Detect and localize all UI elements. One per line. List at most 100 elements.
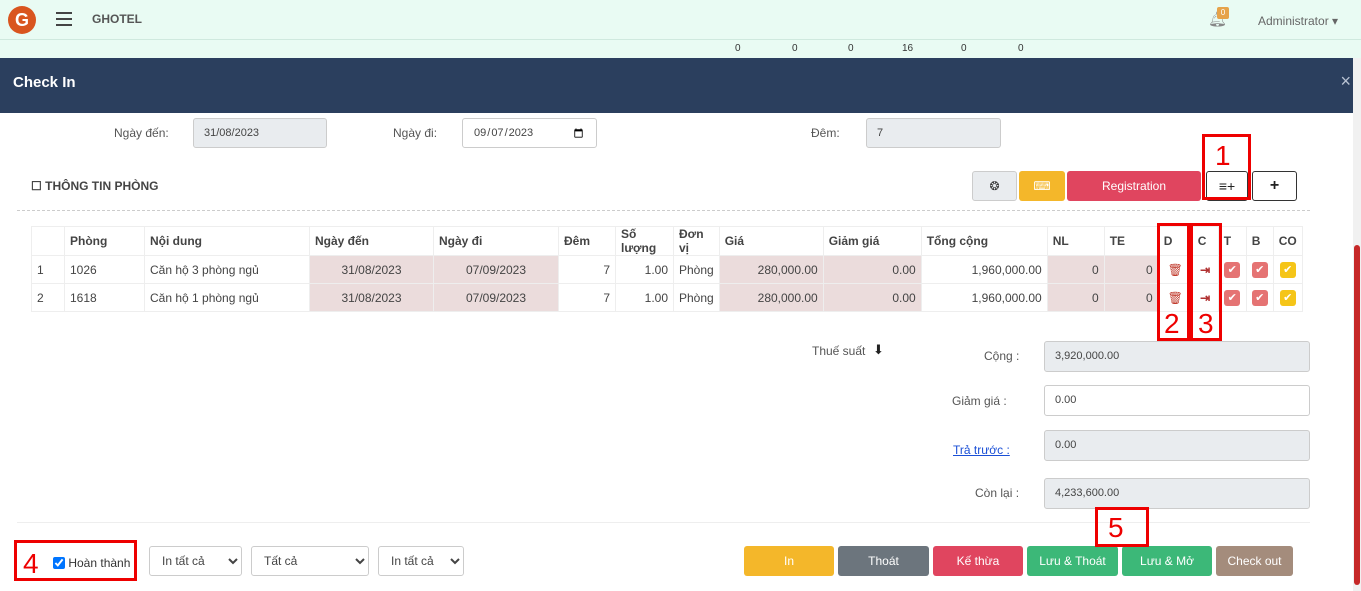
tax-rate-label[interactable]: Thuế suất [812,344,865,358]
b-cell: ✔ [1245,255,1274,284]
user-menu[interactable]: Administrator ▾ [1258,14,1338,28]
subtotal-field[interactable]: 3,920,000.00 [1044,341,1310,372]
discount-label: Giảm giá : [952,394,1007,408]
nights-cell: 7 [558,255,616,284]
prepaid-link[interactable]: Trả trước : [953,443,1010,457]
modal-title: Check In [13,74,76,91]
col-header-quantity: Số lượng [615,226,674,256]
room-description: Căn hộ 3 phòng ngủ [144,255,310,284]
col-header-total: Tổng cộng [920,226,1048,256]
exit-button[interactable]: Thoát [838,546,929,576]
annotation-number-2: 2 [1164,308,1180,339]
col-header-discount: Giảm giá [822,226,922,256]
discount-input[interactable]: 0.00 [1044,385,1310,416]
keyboard-icon: ⌨ [1033,179,1051,193]
check-t-icon[interactable]: ✔ [1224,289,1241,306]
children-cell[interactable]: 0 [1103,283,1159,312]
children-cell[interactable]: 0 [1103,255,1159,284]
arrival-date-field[interactable]: 31/08/2023 [193,118,327,148]
print-scope-select-2[interactable]: In tất cả [378,546,464,576]
remaining-field[interactable]: 4,233,600.00 [1044,478,1310,509]
co-cell: ✔ [1272,283,1303,312]
section-title-text: THÔNG TIN PHÒNG [45,179,159,193]
top-bar: G GHOTEL 🔔︎ 0 Administrator ▾ [0,0,1361,40]
save-open-button[interactable]: Lưu & Mở [1122,546,1212,576]
quantity-cell: 1.00 [615,283,674,312]
arrow-down-circle-icon[interactable]: ⬇ [873,342,884,358]
col-header-adults: NL [1046,226,1105,256]
table-row[interactable]: 2 1618 Căn hộ 1 phòng ngủ 31/08/2023 07/… [31,283,1303,312]
quantity-cell: 1.00 [615,255,674,284]
unit-cell: Phòng [673,283,720,312]
counter-strip: 0 0 0 16 0 0 [0,40,1361,58]
check-b-icon[interactable]: ✔ [1251,289,1268,306]
nights-field[interactable]: 7 [866,118,1001,148]
scrollbar-thumb[interactable] [1354,245,1360,585]
discount-cell[interactable]: 0.00 [822,283,922,312]
section-divider [17,210,1310,211]
counter: 0 [1018,43,1024,54]
inherit-button[interactable]: Kế thừa [933,546,1023,576]
total-cell: 1,960,000.00 [920,283,1048,312]
close-icon[interactable]: × [1340,71,1351,92]
t-cell: ✔ [1217,283,1247,312]
departure-cell[interactable]: 07/09/2023 [433,255,559,284]
adults-cell[interactable]: 0 [1046,283,1105,312]
departure-date-label: Ngày đi: [393,126,438,140]
print-scope-select[interactable]: In tất cả [149,546,242,576]
col-header-unit: Đơn vị [673,226,720,256]
annotation-number-4: 4 [23,548,39,579]
notification-badge: 0 [1217,7,1229,19]
col-header-room: Phòng [64,226,145,256]
check-co-icon[interactable]: ✔ [1279,261,1296,278]
departure-date-input[interactable] [462,118,597,148]
room-number: 1026 [64,255,145,284]
col-header [31,226,65,256]
col-header-price: Giá [718,226,824,256]
registration-button[interactable]: Registration [1067,171,1201,201]
bug-icon: ❂ [989,179,1000,193]
row-index: 2 [31,283,65,312]
adults-cell[interactable]: 0 [1046,255,1105,284]
counter: 0 [735,43,741,54]
counter: 0 [848,43,854,54]
room-description: Căn hộ 1 phòng ngủ [144,283,310,312]
app-logo[interactable]: G [8,6,36,34]
keyboard-button[interactable]: ⌨ [1019,171,1065,201]
check-b-icon[interactable]: ✔ [1251,261,1268,278]
arrival-cell[interactable]: 31/08/2023 [309,255,434,284]
filter-select[interactable]: Tất cả [251,546,369,576]
bug-button[interactable]: ❂ [972,171,1017,201]
arrival-date-label: Ngày đến: [114,126,169,140]
row-index: 1 [31,255,65,284]
col-header-departure: Ngày đi [433,226,559,256]
prepaid-field[interactable]: 0.00 [1044,430,1310,461]
checkout-button[interactable]: Check out [1216,546,1293,576]
hamburger-menu-icon[interactable] [56,12,72,26]
modal-header: Check In × [0,58,1361,113]
arrival-cell[interactable]: 31/08/2023 [309,283,434,312]
check-t-icon[interactable]: ✔ [1224,261,1241,278]
co-cell: ✔ [1272,255,1303,284]
col-header-b: B [1245,226,1274,256]
table-header-row: Phòng Nội dung Ngày đến Ngày đi Đêm Số l… [31,226,1303,256]
add-button[interactable]: + [1252,171,1297,201]
price-cell[interactable]: 280,000.00 [718,283,824,312]
check-co-icon[interactable]: ✔ [1279,289,1296,306]
rooms-table: Phòng Nội dung Ngày đến Ngày đi Đêm Số l… [31,226,1303,312]
table-row[interactable]: 1 1026 Căn hộ 3 phòng ngủ 31/08/2023 07/… [31,255,1303,284]
col-header-t: T [1217,226,1247,256]
price-cell[interactable]: 280,000.00 [718,255,824,284]
nights-cell: 7 [558,283,616,312]
room-number: 1618 [64,283,145,312]
save-exit-button[interactable]: Lưu & Thoát [1027,546,1118,576]
annotation-number-1: 1 [1215,140,1231,171]
unit-cell: Phòng [673,255,720,284]
col-header-arrival: Ngày đến [309,226,434,256]
total-cell: 1,960,000.00 [920,255,1048,284]
discount-cell[interactable]: 0.00 [822,255,922,284]
col-header-children: TE [1103,226,1159,256]
print-button[interactable]: In [744,546,834,576]
departure-cell[interactable]: 07/09/2023 [433,283,559,312]
counter: 0 [961,43,967,54]
